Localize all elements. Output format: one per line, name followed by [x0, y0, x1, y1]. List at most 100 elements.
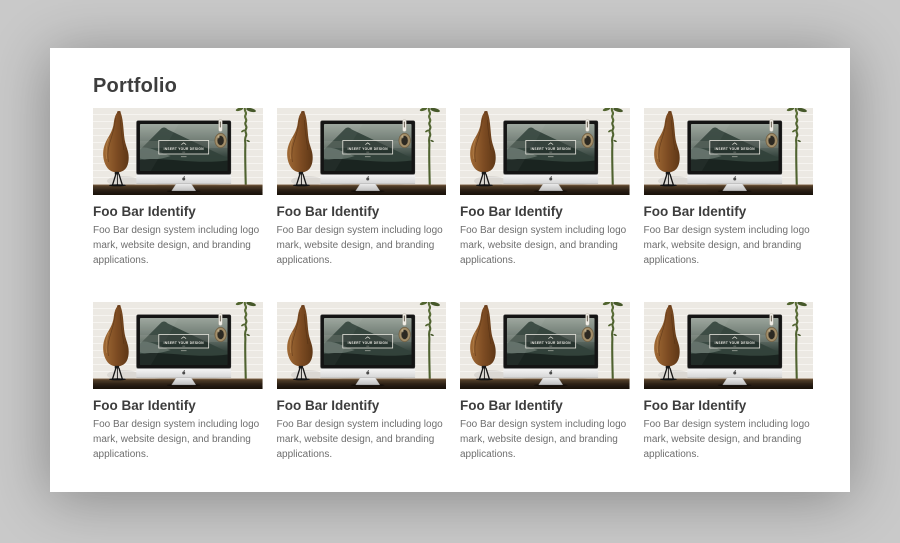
bamboo-plant: [786, 108, 807, 185]
portfolio-card: INSERT YOUR DESIGN: [460, 302, 630, 462]
imac-computer: INSERT YOUR DESIGN: [687, 121, 782, 193]
portfolio-thumbnail[interactable]: INSERT YOUR DESIGN: [460, 108, 630, 195]
imac-stand-foot: [539, 378, 563, 385]
portfolio-item-title: Foo Bar Identify: [277, 397, 447, 414]
imac-screen-photo: INSERT YOUR DESIGN: [507, 124, 595, 171]
screen-label-text: INSERT YOUR DESIGN: [164, 147, 205, 151]
imac-chin: [320, 369, 415, 378]
imac-desk-scene-image: INSERT YOUR DESIGN: [93, 108, 263, 195]
imac-computer: INSERT YOUR DESIGN: [320, 121, 415, 193]
bamboo-plant: [235, 302, 256, 379]
portfolio-card: INSERT YOUR DESIGN: [644, 302, 814, 462]
portfolio-card: INSERT YOUR DESIGN: [93, 302, 263, 462]
imac-computer: INSERT YOUR DESIGN: [503, 121, 598, 193]
portfolio-thumbnail[interactable]: INSERT YOUR DESIGN: [644, 302, 814, 389]
driftwood-sculpture: [287, 111, 313, 186]
portfolio-card: INSERT YOUR DESIGN: [644, 108, 814, 268]
portfolio-card: INSERT YOUR DESIGN: [460, 108, 630, 268]
portfolio-item-description: Foo Bar design system including logo mar…: [644, 417, 814, 462]
driftwood-sculpture: [103, 305, 129, 380]
portfolio-panel: Portfolio: [50, 48, 850, 492]
bamboo-plant: [602, 302, 623, 379]
imac-stand-foot: [539, 184, 563, 191]
portfolio-thumbnail[interactable]: INSERT YOUR DESIGN: [277, 302, 447, 389]
imac-stand-foot: [722, 378, 746, 385]
imac-screen-photo: INSERT YOUR DESIGN: [690, 318, 778, 365]
portfolio-grid: INSERT YOUR DESIGN: [93, 108, 813, 462]
imac-desk-scene-image: INSERT YOUR DESIGN: [460, 302, 630, 389]
page-title: Portfolio: [93, 74, 813, 99]
bamboo-plant: [602, 108, 623, 185]
portfolio-item-description: Foo Bar design system including logo mar…: [460, 223, 630, 268]
screen-label-text: INSERT YOUR DESIGN: [714, 147, 755, 151]
portfolio-item-title: Foo Bar Identify: [460, 397, 630, 414]
portfolio-item-title: Foo Bar Identify: [277, 203, 447, 220]
imac-computer: INSERT YOUR DESIGN: [136, 315, 231, 387]
imac-stand-foot: [355, 378, 379, 385]
driftwood-sculpture: [470, 111, 496, 186]
imac-desk-scene-image: INSERT YOUR DESIGN: [277, 302, 447, 389]
screen-label-text: INSERT YOUR DESIGN: [531, 147, 572, 151]
imac-chin: [503, 175, 598, 184]
bamboo-plant: [419, 302, 440, 379]
bamboo-plant: [419, 108, 440, 185]
imac-chin: [136, 369, 231, 378]
imac-screen-photo: INSERT YOUR DESIGN: [323, 124, 411, 171]
imac-desk-scene-image: INSERT YOUR DESIGN: [277, 108, 447, 195]
portfolio-thumbnail[interactable]: INSERT YOUR DESIGN: [93, 108, 263, 195]
imac-desk-scene-image: INSERT YOUR DESIGN: [644, 302, 814, 389]
imac-computer: INSERT YOUR DESIGN: [687, 315, 782, 387]
imac-chin: [687, 369, 782, 378]
portfolio-card: INSERT YOUR DESIGN: [93, 108, 263, 268]
imac-chin: [503, 369, 598, 378]
imac-chin: [687, 175, 782, 184]
portfolio-item-title: Foo Bar Identify: [93, 397, 263, 414]
imac-stand-foot: [355, 184, 379, 191]
imac-computer: INSERT YOUR DESIGN: [320, 315, 415, 387]
imac-screen-photo: INSERT YOUR DESIGN: [507, 318, 595, 365]
imac-screen-photo: INSERT YOUR DESIGN: [140, 124, 228, 171]
driftwood-sculpture: [654, 305, 680, 380]
screen-label-text: INSERT YOUR DESIGN: [531, 341, 572, 345]
imac-screen-photo: INSERT YOUR DESIGN: [323, 318, 411, 365]
imac-chin: [320, 175, 415, 184]
driftwood-sculpture: [287, 305, 313, 380]
portfolio-item-description: Foo Bar design system including logo mar…: [460, 417, 630, 462]
imac-stand-foot: [722, 184, 746, 191]
portfolio-item-title: Foo Bar Identify: [644, 397, 814, 414]
portfolio-item-description: Foo Bar design system including logo mar…: [93, 223, 263, 268]
portfolio-item-description: Foo Bar design system including logo mar…: [644, 223, 814, 268]
imac-computer: INSERT YOUR DESIGN: [503, 315, 598, 387]
portfolio-thumbnail[interactable]: INSERT YOUR DESIGN: [93, 302, 263, 389]
screen-label-text: INSERT YOUR DESIGN: [347, 341, 388, 345]
imac-desk-scene-image: INSERT YOUR DESIGN: [460, 108, 630, 195]
portfolio-item-title: Foo Bar Identify: [644, 203, 814, 220]
portfolio-item-title: Foo Bar Identify: [93, 203, 263, 220]
portfolio-thumbnail[interactable]: INSERT YOUR DESIGN: [277, 108, 447, 195]
portfolio-card: INSERT YOUR DESIGN: [277, 108, 447, 268]
page-background: Portfolio: [0, 0, 900, 543]
portfolio-item-description: Foo Bar design system including logo mar…: [93, 417, 263, 462]
portfolio-card: INSERT YOUR DESIGN: [277, 302, 447, 462]
screen-label-text: INSERT YOUR DESIGN: [164, 341, 205, 345]
portfolio-thumbnail[interactable]: INSERT YOUR DESIGN: [460, 302, 630, 389]
driftwood-sculpture: [654, 111, 680, 186]
imac-desk-scene-image: INSERT YOUR DESIGN: [93, 302, 263, 389]
portfolio-item-description: Foo Bar design system including logo mar…: [277, 223, 447, 268]
imac-desk-scene-image: INSERT YOUR DESIGN: [644, 108, 814, 195]
bamboo-plant: [786, 302, 807, 379]
bamboo-plant: [235, 108, 256, 185]
driftwood-sculpture: [470, 305, 496, 380]
driftwood-sculpture: [103, 111, 129, 186]
imac-stand-foot: [172, 378, 196, 385]
screen-label-text: INSERT YOUR DESIGN: [714, 341, 755, 345]
imac-screen-photo: INSERT YOUR DESIGN: [690, 124, 778, 171]
portfolio-item-description: Foo Bar design system including logo mar…: [277, 417, 447, 462]
portfolio-thumbnail[interactable]: INSERT YOUR DESIGN: [644, 108, 814, 195]
screen-label-text: INSERT YOUR DESIGN: [347, 147, 388, 151]
portfolio-item-title: Foo Bar Identify: [460, 203, 630, 220]
imac-screen-photo: INSERT YOUR DESIGN: [140, 318, 228, 365]
imac-chin: [136, 175, 231, 184]
imac-computer: INSERT YOUR DESIGN: [136, 121, 231, 193]
imac-stand-foot: [172, 184, 196, 191]
